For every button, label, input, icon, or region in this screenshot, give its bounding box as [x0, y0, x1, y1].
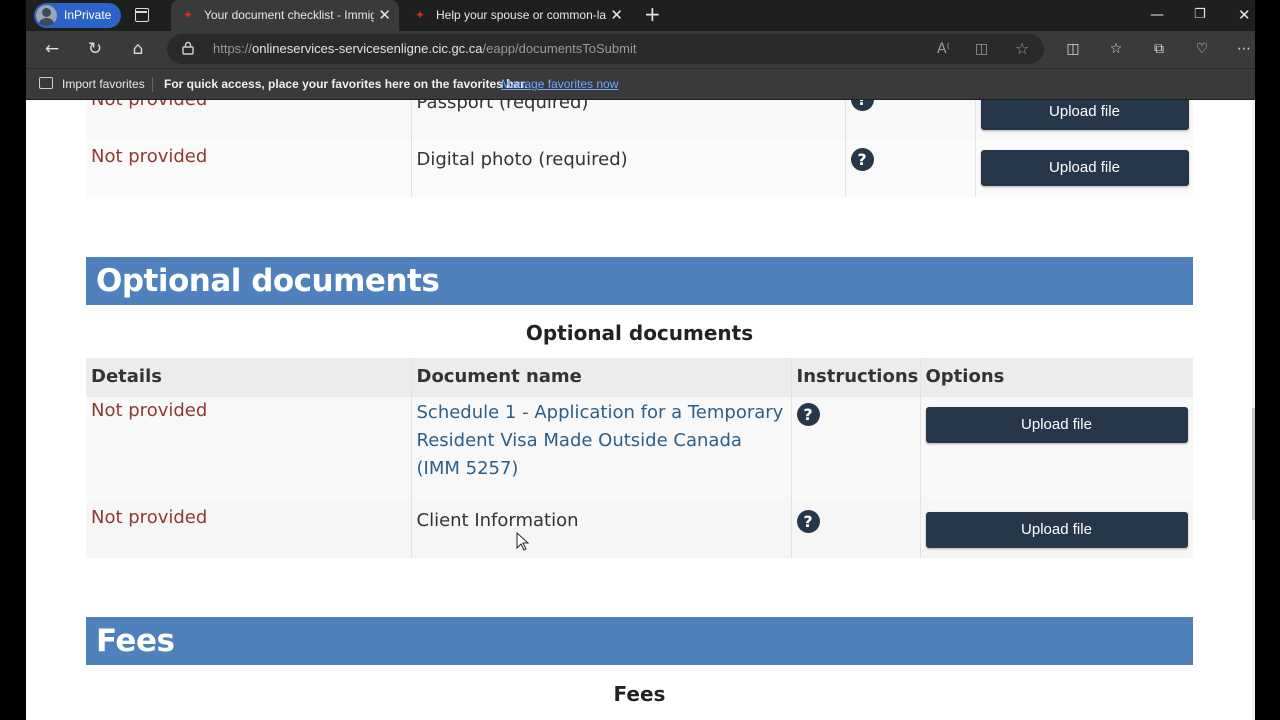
tab-title: Your document checklist - Immigr: [204, 8, 374, 22]
heart-pulse-icon[interactable]: ♡: [1192, 40, 1212, 58]
tab-strip: InPrivate ✦ Your document checklist - Im…: [26, 0, 1255, 31]
profile-avatar-icon: [36, 5, 57, 26]
details-status: Not provided: [91, 400, 208, 421]
scrollbar-thumb[interactable]: [1252, 408, 1255, 520]
navigation-bar: ← ↻ ⌂ https://onlineservices-servicesenl…: [26, 31, 1255, 68]
favorite-star-icon[interactable]: ☆: [1015, 41, 1029, 57]
details-status: Not provided: [91, 100, 207, 110]
tab-title: Help your spouse or common-la: [436, 8, 606, 22]
url-text: https://onlineservices-servicesenligne.c…: [213, 41, 637, 56]
favorites-divider: [152, 77, 153, 92]
close-icon[interactable]: ✕: [610, 0, 623, 31]
import-favorites-icon: [39, 77, 53, 89]
help-icon[interactable]: ?: [796, 510, 820, 533]
fees-caption: Fees: [613, 682, 666, 706]
manage-favorites-link[interactable]: Manage favorites now: [501, 69, 618, 99]
column-header-instructions: Instructions: [791, 358, 921, 397]
more-menu-icon[interactable]: ⋯: [1234, 40, 1254, 58]
split-screen-icon[interactable]: ◫: [1063, 40, 1083, 58]
help-icon[interactable]: ?: [850, 100, 874, 111]
document-name: Passport (required): [416, 100, 589, 113]
table-header-row: Details Document name Instructions Optio…: [86, 358, 1193, 397]
column-header-document-name: Document name: [411, 358, 792, 397]
collections-icon[interactable]: ⧉: [1149, 40, 1169, 58]
optional-documents-heading: Optional documents: [86, 257, 1193, 305]
maple-leaf-icon: ✦: [415, 8, 426, 22]
window-close-icon[interactable]: ✕: [1238, 0, 1251, 31]
browser-window: InPrivate ✦ Your document checklist - Im…: [26, 0, 1255, 720]
tab-document-checklist[interactable]: ✦ Your document checklist - Immigr ✕: [171, 0, 399, 31]
help-icon[interactable]: ?: [850, 148, 874, 171]
document-name-link[interactable]: Schedule 1 - Application for a Temporary…: [417, 402, 784, 479]
table-row: Not provided Client Information ? Upload…: [86, 501, 1193, 558]
home-icon[interactable]: ⌂: [128, 39, 148, 59]
column-header-details: Details: [86, 358, 412, 397]
import-favorites-button[interactable]: Import favorites: [62, 69, 145, 99]
page-content: Not provided Passport (required) ? Uploa…: [26, 100, 1255, 720]
tab-help-spouse[interactable]: ✦ Help your spouse or common-la ✕: [403, 0, 631, 31]
restore-icon[interactable]: ❐: [1194, 0, 1206, 31]
inprivate-label: InPrivate: [64, 8, 112, 22]
maple-leaf-icon: ✦: [183, 8, 194, 22]
help-icon[interactable]: ?: [796, 403, 820, 426]
refresh-icon[interactable]: ↻: [85, 39, 105, 59]
details-status: Not provided: [91, 507, 208, 528]
document-name: Client Information: [416, 510, 579, 531]
back-arrow-icon[interactable]: ←: [42, 39, 62, 59]
details-status: Not provided: [91, 146, 208, 167]
document-name: Digital photo (required): [416, 149, 628, 170]
upload-file-button[interactable]: Upload file: [980, 150, 1189, 186]
lock-icon: [182, 41, 194, 55]
table-row: Not provided Passport (required) ? Uploa…: [86, 100, 1193, 140]
mouse-cursor-icon: [516, 532, 530, 551]
new-tab-button[interactable]: +: [644, 0, 661, 31]
immersive-reader-icon[interactable]: ◫: [975, 41, 988, 57]
close-icon[interactable]: ✕: [378, 0, 391, 31]
favorites-icon[interactable]: ☆: [1106, 40, 1126, 58]
minimize-icon[interactable]: —: [1150, 0, 1164, 31]
column-header-options: Options: [920, 358, 1193, 397]
table-row: Not provided Schedule 1 - Application fo…: [86, 397, 1193, 501]
fees-heading: Fees: [86, 617, 1193, 665]
inprivate-badge[interactable]: InPrivate: [34, 3, 122, 28]
read-aloud-icon[interactable]: A⁽: [937, 41, 950, 57]
upload-file-button[interactable]: Upload file: [925, 407, 1188, 443]
required-documents-table: Not provided Passport (required) ? Uploa…: [86, 100, 1193, 197]
favorites-hint: For quick access, place your favorites h…: [164, 77, 528, 91]
address-bar[interactable]: https://onlineservices-servicesenligne.c…: [167, 34, 1044, 64]
upload-file-button[interactable]: Upload file: [925, 512, 1188, 548]
optional-documents-caption: Optional documents: [525, 321, 754, 345]
upload-file-button[interactable]: Upload file: [980, 100, 1189, 130]
favorites-bar: Import favorites For quick access, place…: [26, 68, 1255, 99]
table-row: Not provided Digital photo (required) ? …: [86, 140, 1193, 197]
optional-documents-table: Details Document name Instructions Optio…: [86, 358, 1193, 558]
tab-actions-icon[interactable]: [135, 8, 149, 22]
